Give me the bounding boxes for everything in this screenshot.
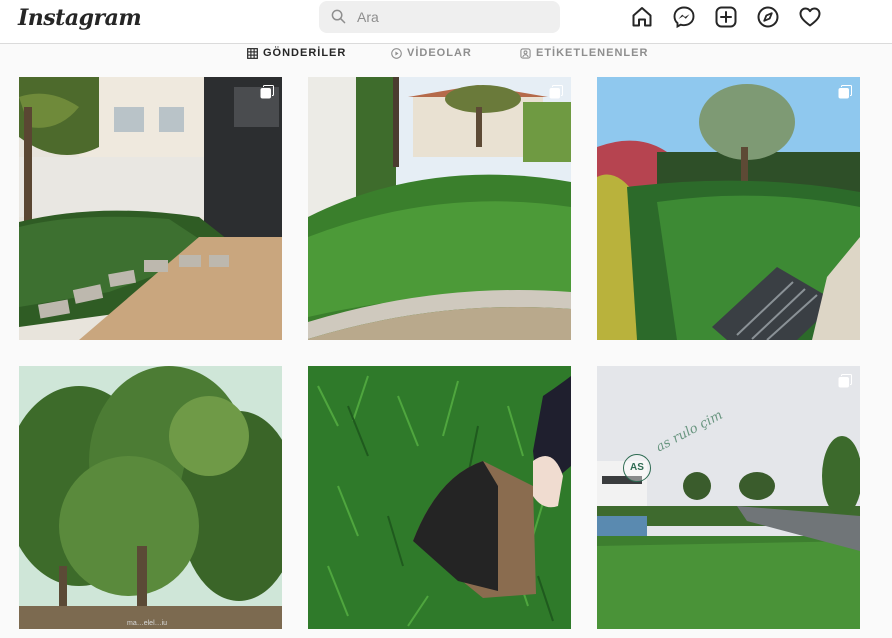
post-thumbnail-5[interactable]	[308, 366, 571, 629]
multiple-photos-icon	[838, 374, 852, 393]
messenger-icon[interactable]	[672, 5, 696, 29]
profile-tabs: GÖNDERİLER VİDEOLAR ETİKETLENENLER	[0, 44, 892, 64]
tab-posts[interactable]: GÖNDERİLER	[247, 47, 346, 59]
post-thumbnail-3[interactable]	[597, 77, 860, 340]
post-image	[597, 77, 860, 340]
image-caption: ma…elel…iu	[127, 620, 168, 627]
post-image	[308, 77, 571, 340]
new-post-icon[interactable]	[714, 5, 738, 29]
activity-heart-icon[interactable]	[798, 5, 822, 29]
tab-label: GÖNDERİLER	[263, 47, 347, 59]
play-icon	[391, 47, 402, 59]
tab-label: ETİKETLENENLER	[536, 47, 649, 59]
post-image	[19, 366, 282, 629]
brand-logo-mark: AS	[623, 454, 651, 482]
instagram-logo[interactable]: Instagram	[18, 5, 142, 31]
explore-icon[interactable]	[756, 5, 780, 29]
post-image	[308, 366, 571, 629]
multiple-photos-icon	[838, 85, 852, 104]
post-thumbnail-2[interactable]	[308, 77, 571, 340]
home-icon[interactable]	[630, 5, 654, 29]
top-navigation-bar: Instagram	[0, 0, 892, 44]
search-icon	[331, 9, 346, 29]
tab-tagged[interactable]: ETİKETLENENLER	[520, 47, 648, 59]
multiple-photos-icon	[260, 85, 274, 104]
search-box[interactable]	[319, 1, 560, 33]
post-thumbnail-6[interactable]: AS as rulo çim	[597, 366, 860, 629]
post-image	[19, 77, 282, 340]
tab-label: VİDEOLAR	[407, 47, 472, 59]
tab-videos[interactable]: VİDEOLAR	[391, 47, 472, 59]
search-input[interactable]	[357, 1, 552, 33]
multiple-photos-icon	[549, 85, 563, 104]
post-image	[597, 366, 860, 629]
tag-icon	[520, 47, 531, 59]
grid-icon	[247, 47, 258, 59]
post-thumbnail-4[interactable]: ma…elel…iu	[19, 366, 282, 629]
post-thumbnail-1[interactable]	[19, 77, 282, 340]
